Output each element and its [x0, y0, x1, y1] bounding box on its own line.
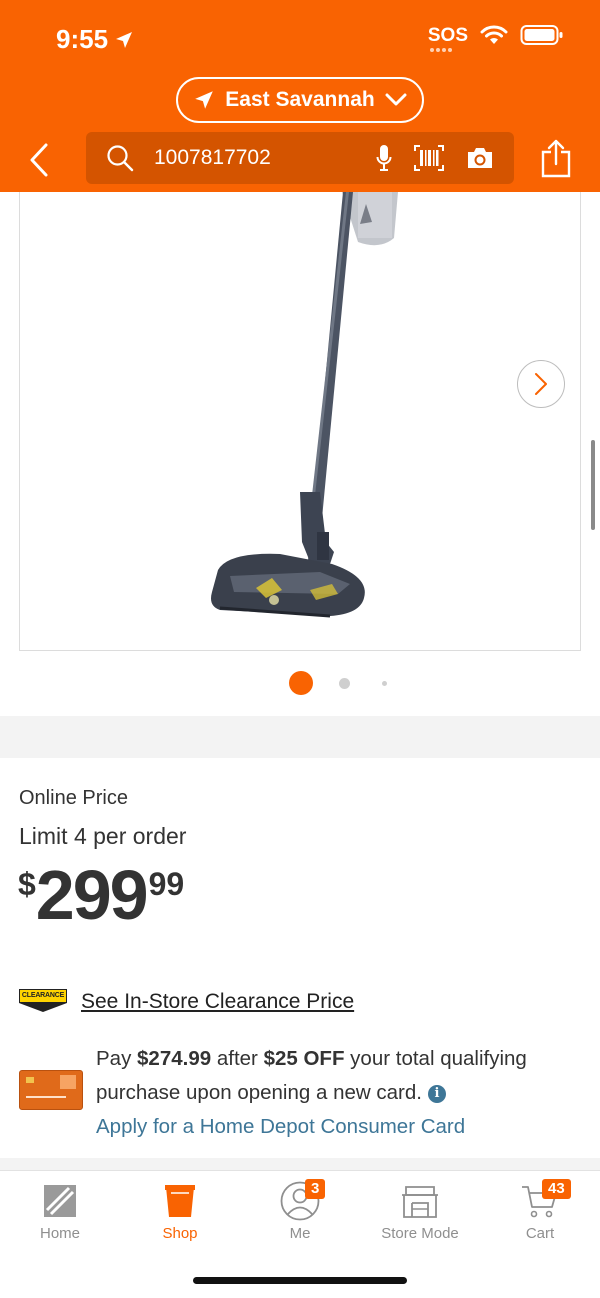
order-limit: Limit 4 per order — [19, 823, 187, 849]
carousel-next-button[interactable] — [517, 360, 565, 408]
chevron-left-icon — [30, 143, 48, 177]
info-icon[interactable]: i — [427, 1085, 446, 1103]
scroll-indicator — [591, 440, 595, 530]
section-divider-bottom — [0, 1158, 600, 1170]
carousel-dot-1[interactable] — [289, 671, 313, 695]
price-cents: 99 — [148, 866, 185, 902]
product-image-carousel[interactable] — [0, 192, 600, 716]
back-button[interactable] — [28, 140, 58, 180]
offer-discount-amount: $25 OFF — [263, 1047, 345, 1070]
location-arrow-icon — [116, 31, 133, 48]
clearance-row[interactable]: CLEARANCE See In-Store Clearance Price — [19, 989, 354, 1015]
offer-discounted-price: $274.99 — [137, 1047, 212, 1070]
offer-after: after — [216, 1047, 258, 1070]
clearance-badge-point — [19, 1003, 67, 1012]
carousel-dot-3[interactable] — [382, 681, 387, 686]
search-icon — [107, 145, 134, 172]
tab-cart-label: Cart — [525, 1225, 555, 1242]
product-image[interactable] — [19, 192, 581, 651]
store-location-selector[interactable]: East Savannah — [176, 77, 424, 123]
search-input[interactable]: 1007817702 — [86, 132, 514, 184]
camera-icon[interactable] — [466, 146, 494, 170]
apply-card-link[interactable]: Apply for a Home Depot Consumer Card — [96, 1115, 465, 1138]
home-depot-logo-icon — [44, 1185, 76, 1217]
home-indicator[interactable] — [193, 1277, 407, 1284]
card-offer-text: Pay $274.99 after $25 OFF your total qua… — [96, 1042, 576, 1144]
store-location-label: East Savannah — [225, 88, 375, 111]
search-query: 1007817702 — [154, 146, 271, 169]
offer-pay-prefix: Pay — [96, 1047, 132, 1070]
clearance-badge: CLEARANCE — [19, 989, 67, 1015]
product-price: $ 299 99 — [18, 858, 184, 932]
chevron-down-icon — [385, 93, 407, 106]
status-time: 9:55 — [56, 24, 134, 55]
tab-cart[interactable]: 43 Cart — [480, 1171, 600, 1251]
consumer-card-image — [19, 1070, 83, 1110]
share-button[interactable] — [540, 138, 574, 180]
clearance-price-link[interactable]: See In-Store Clearance Price — [81, 990, 354, 1014]
cart-badge: 43 — [542, 1179, 571, 1199]
tab-me-label: Me — [289, 1225, 311, 1242]
price-dollars: 299 — [35, 856, 149, 934]
clearance-badge-text: CLEARANCE — [19, 989, 67, 1003]
tab-shop-label: Shop — [162, 1225, 198, 1242]
chevron-right-icon — [535, 373, 547, 395]
store-icon — [402, 1186, 438, 1218]
credit-card-icon — [26, 1075, 76, 1098]
online-price-label: Online Price — [19, 787, 128, 809]
sos-text: SOS — [427, 24, 468, 46]
barcode-scan-icon[interactable] — [414, 145, 444, 171]
carousel-dot-2[interactable] — [339, 678, 350, 689]
status-icons: SOS — [427, 24, 564, 52]
microphone-icon[interactable] — [376, 144, 392, 172]
tab-home-label: Home — [39, 1225, 80, 1242]
stick-vacuum-image — [211, 192, 398, 618]
me-badge: 3 — [305, 1179, 326, 1199]
section-divider — [0, 716, 600, 758]
wifi-icon — [480, 25, 508, 44]
sos-indicator: SOS — [427, 24, 468, 52]
battery-icon — [520, 25, 563, 45]
tab-home[interactable]: Home — [0, 1171, 120, 1251]
tab-me[interactable]: 3 Me — [240, 1171, 360, 1251]
tab-shop[interactable]: Shop — [120, 1171, 240, 1251]
status-time-text: 9:55 — [56, 24, 109, 54]
bucket-icon — [165, 1185, 195, 1217]
price-currency: $ — [18, 866, 36, 902]
navigation-arrow-icon — [195, 91, 214, 109]
tab-store-mode[interactable]: Store Mode — [360, 1171, 480, 1251]
tab-store-mode-label: Store Mode — [381, 1225, 459, 1242]
app-header: 9:55 SOS East Savannah 1007817702 — [0, 0, 600, 192]
share-icon — [541, 139, 571, 178]
